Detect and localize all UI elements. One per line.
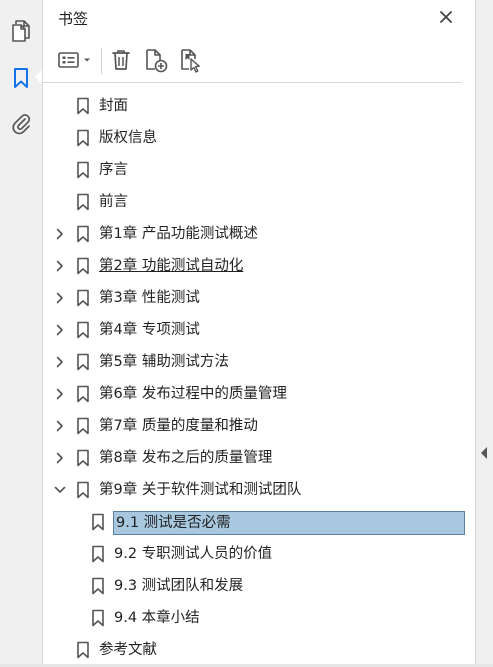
bookmarks-panel: 书签 封面 版权信息 序言 前言 第1章 产品功能测试概述 第2章 功能测试自动… [43,0,475,667]
bookmark-icon [76,161,90,179]
options-menu-icon [58,52,90,68]
find-current-bookmark-button[interactable] [178,47,204,73]
bookmark-row[interactable]: 9.3 测试团队和发展 [43,570,475,602]
new-bookmark-icon [146,49,168,73]
bookmark-label[interactable]: 9.4 本章小结 [114,607,200,629]
navigation-rail [0,0,43,667]
right-pane-strip [475,0,493,667]
bookmark-icon [76,385,90,403]
bookmark-label[interactable]: 第3章 性能测试 [99,287,200,309]
bookmark-icon [76,129,90,147]
bookmark-tree: 封面版权信息序言前言第1章 产品功能测试概述 第2章 功能测试自动化 第3章 性能测… [43,90,475,666]
toolbar-separator [101,48,102,74]
bookmark-icon [76,321,90,339]
delete-bookmark-button[interactable] [109,47,133,73]
bookmark-label[interactable]: 9.3 测试团队和发展 [114,575,243,597]
bookmark-icon [91,577,105,595]
bookmark-icon [91,513,105,531]
attachments-button[interactable] [7,109,35,137]
bookmark-icon [91,545,105,563]
chevron-right-icon[interactable] [53,355,67,369]
panel-title: 书签 [58,10,89,28]
bookmark-row[interactable]: 序言 [43,154,475,186]
bookmark-row[interactable]: 第5章 辅助测试方法 [43,346,475,378]
bookmark-label[interactable]: 前言 [99,191,128,213]
bookmark-label[interactable]: 第4章 专项测试 [99,319,200,341]
chevron-right-icon[interactable] [53,387,67,401]
bookmark-label[interactable]: 第6章 发布过程中的质量管理 [99,383,287,405]
bookmark-label[interactable]: 9.2 专职测试人员的价值 [114,543,272,565]
paperclip-icon [12,114,31,135]
bookmark-row[interactable]: 第1章 产品功能测试概述 [43,218,475,250]
bookmark-label[interactable]: 第1章 产品功能测试概述 [99,223,258,245]
bookmark-icon [76,449,90,467]
bookmark-row[interactable]: 第3章 性能测试 [43,282,475,314]
panel-header: 书签 [43,0,475,36]
bookmark-label[interactable]: 序言 [99,159,128,181]
bookmark-icon [76,353,90,371]
bookmarks-button[interactable] [7,64,35,92]
bookmark-row[interactable]: 版权信息 [43,122,475,154]
new-bookmark-button[interactable] [143,47,169,73]
bookmark-row[interactable]: 第9章 关于软件测试和测试团队 [43,474,475,506]
chevron-right-icon[interactable] [53,323,67,337]
pages-button[interactable] [7,17,35,45]
bookmark-row[interactable]: 第7章 质量的度量和推动 [43,410,475,442]
bookmark-icon [76,481,90,499]
panel-divider [43,82,461,83]
bookmark-icon [76,193,90,211]
bookmark-icon [76,257,90,275]
bookmark-toolbar [43,38,475,82]
bookmark-icon [76,417,90,435]
bookmark-label[interactable]: 第5章 辅助测试方法 [99,351,229,373]
chevron-down-icon[interactable] [53,483,67,497]
bookmark-icon [76,97,90,115]
find-bookmark-icon [181,49,200,73]
bookmark-icon [76,289,90,307]
active-tab-pointer [35,70,42,84]
bookmark-row[interactable]: 9.1 测试是否必需 [43,506,475,538]
bookmark-icon [76,225,90,243]
bookmark-row[interactable]: 参考文献 [43,634,475,666]
bookmark-row[interactable]: 第4章 专项测试 [43,314,475,346]
bookmark-row[interactable]: 第6章 发布过程中的质量管理 [43,378,475,410]
bookmark-label[interactable]: 第8章 发布之后的质量管理 [99,447,272,469]
bookmark-row[interactable]: 第8章 发布之后的质量管理 [43,442,475,474]
chevron-right-icon[interactable] [53,259,67,273]
bookmark-label[interactable]: 封面 [99,95,128,117]
bookmark-label[interactable]: 参考文献 [99,639,157,661]
close-panel-button[interactable] [436,7,456,27]
bookmark-row[interactable]: 9.2 专职测试人员的价值 [43,538,475,570]
bookmark-label[interactable]: 版权信息 [99,127,157,149]
trash-icon [112,50,130,70]
bookmark-icon [91,609,105,627]
chevron-right-icon[interactable] [53,451,67,465]
bookmark-row[interactable]: 前言 [43,186,475,218]
expand-pane-arrow-icon[interactable] [481,447,487,459]
bookmark-icon [14,68,28,88]
bookmark-icon [76,641,90,659]
options-menu-button[interactable] [56,47,96,73]
bookmark-label[interactable]: 第9章 关于软件测试和测试团队 [99,479,301,501]
bookmark-row[interactable]: 封面 [43,90,475,122]
pages-icon [12,20,30,42]
bookmark-row[interactable]: 9.4 本章小结 [43,602,475,634]
chevron-right-icon[interactable] [53,291,67,305]
bookmarks-panel-window: 书签 封面 版权信息 序言 前言 第1章 产品功能测试概述 第2章 功能测试自动… [0,0,493,667]
bookmark-row[interactable]: 第2章 功能测试自动化 [43,250,475,282]
chevron-right-icon[interactable] [53,227,67,241]
chevron-right-icon[interactable] [53,419,67,433]
bookmark-label[interactable]: 第7章 质量的度量和推动 [99,415,258,437]
close-icon [440,11,452,23]
bookmark-label[interactable]: 第2章 功能测试自动化 [99,255,243,277]
bookmark-label[interactable]: 9.1 测试是否必需 [116,512,231,534]
